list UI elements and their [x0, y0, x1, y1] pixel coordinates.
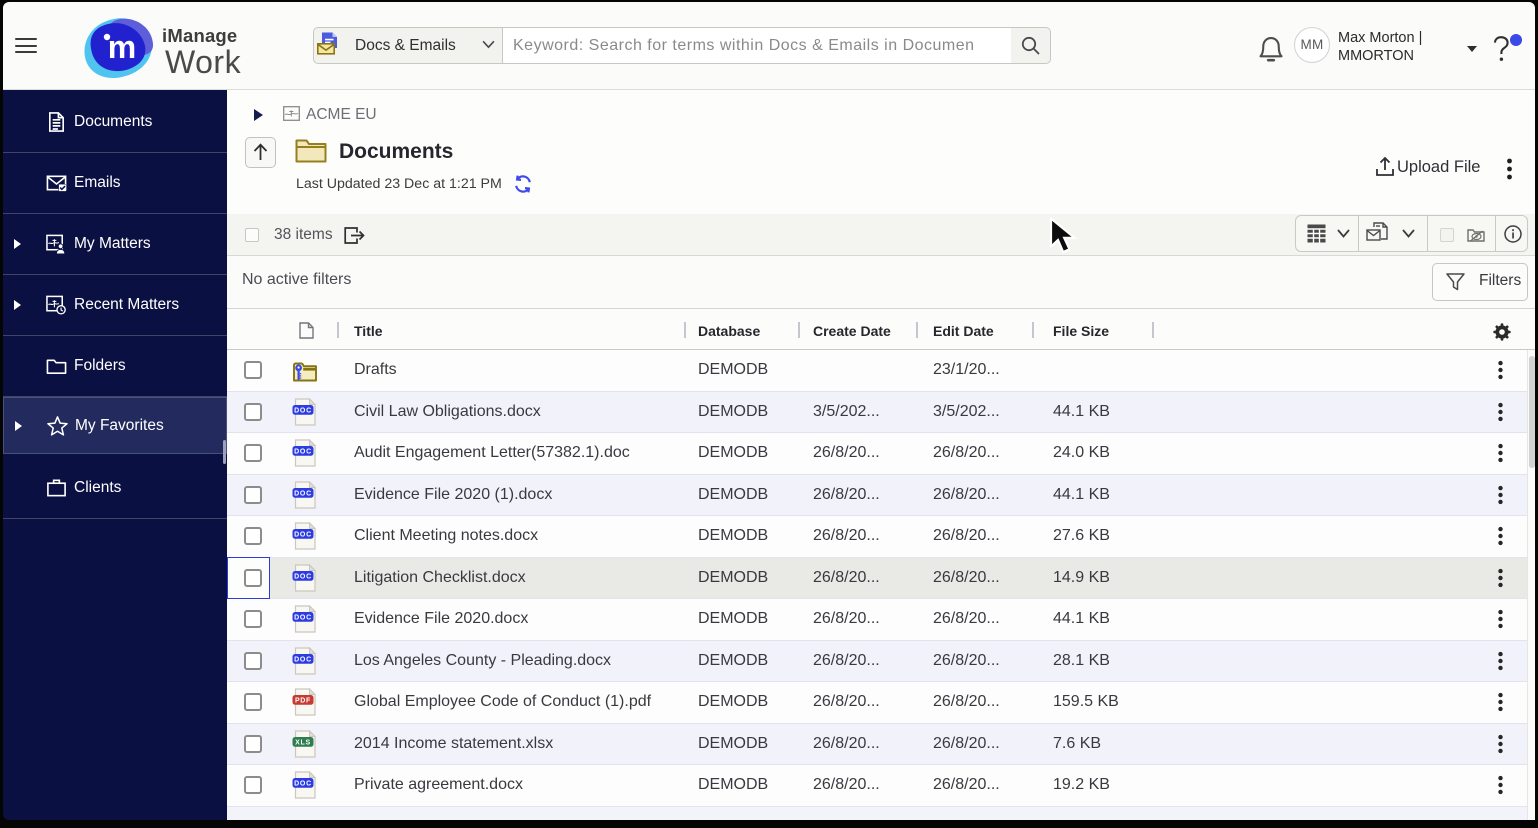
svg-text:DOC: DOC [294, 573, 312, 580]
svg-text:DOC: DOC [294, 449, 312, 456]
svg-text:DOC: DOC [294, 615, 312, 622]
svg-text:DOC: DOC [294, 532, 312, 539]
svg-text:DOC: DOC [294, 781, 312, 788]
svg-text:PDF: PDF [295, 698, 311, 705]
svg-text:m: m [108, 29, 136, 65]
svg-text:DOC: DOC [294, 407, 312, 414]
svg-text:DOC: DOC [294, 656, 312, 663]
svg-text:XLS: XLS [295, 739, 311, 746]
svg-text:DOC: DOC [294, 490, 312, 497]
